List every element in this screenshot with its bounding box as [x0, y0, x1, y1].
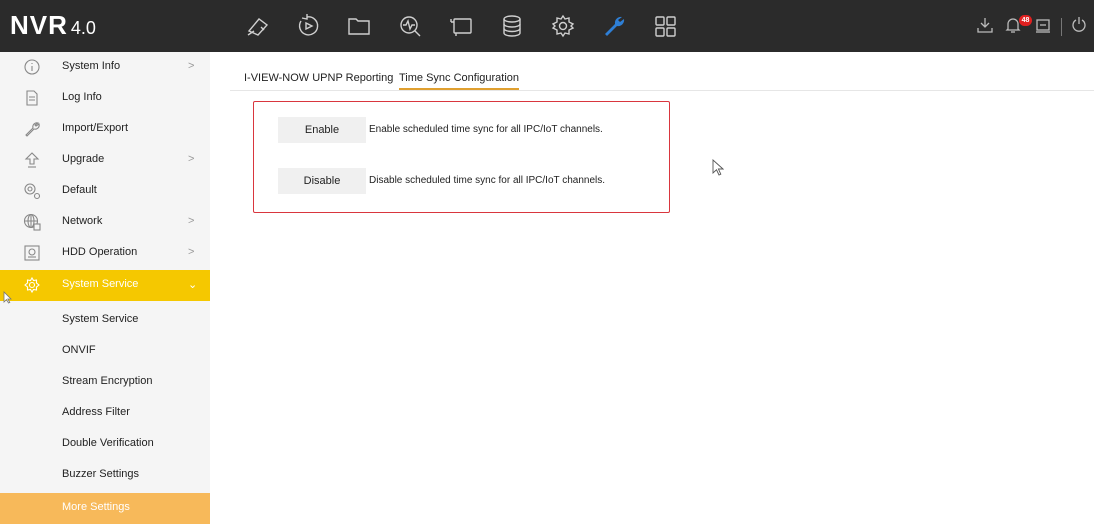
chevron-right-icon: > [188, 215, 195, 227]
submenu-item-label: System Service [62, 313, 139, 325]
alarm-count-badge: 48 [1019, 15, 1032, 26]
tab-divider [230, 90, 1094, 91]
time-sync-panel: Enable Enable scheduled time sync for al… [253, 101, 670, 213]
enable-description: Enable scheduled time sync for all IPC/I… [369, 124, 603, 135]
sidebar-item-network[interactable]: Network > [0, 207, 210, 238]
log-document-icon [23, 89, 41, 107]
info-icon [23, 58, 41, 76]
file-management-icon[interactable] [346, 13, 372, 39]
submenu-item-more-settings[interactable]: More Settings [0, 493, 210, 524]
maintenance-wrench-icon[interactable] [601, 13, 627, 39]
system-service-icon [23, 276, 41, 294]
hdd-icon [23, 244, 41, 262]
disable-button[interactable]: Disable [278, 168, 366, 194]
sidebar-item-import-export[interactable]: Import/Export [0, 114, 210, 145]
top-bar: NVR 4.0 48 [0, 0, 1094, 52]
brand-logo: NVR 4.0 [10, 10, 96, 41]
lock-screen-icon[interactable] [1034, 16, 1052, 36]
chevron-right-icon: > [188, 246, 195, 258]
sidebar-item-upgrade[interactable]: Upgrade > [0, 145, 210, 176]
submenu-item-onvif[interactable]: ONVIF [0, 336, 210, 367]
tab-iview-now-upnp-reporting[interactable]: I-VIEW-NOW UPNP Reporting [244, 72, 393, 84]
submenu-item-label: Buzzer Settings [62, 468, 140, 480]
mouse-pointer-icon [712, 158, 725, 181]
sidebar-item-label: Log Info [62, 91, 102, 103]
sidebar-item-label: Upgrade [62, 153, 105, 165]
submenu-item-label: More Settings [62, 501, 130, 513]
brand-name: NVR [10, 10, 68, 40]
download-icon[interactable] [976, 16, 994, 36]
sidebar-item-label: HDD Operation [62, 246, 138, 258]
live-view-camera-icon[interactable] [245, 13, 271, 39]
upgrade-arrow-icon [23, 151, 41, 169]
chevron-down-icon: ⌄ [188, 279, 198, 291]
sidebar-item-label: System Service [62, 278, 139, 290]
more-apps-grid-icon[interactable] [652, 13, 678, 39]
toolbar-divider [1061, 18, 1062, 36]
configuration-gear-icon[interactable] [550, 13, 576, 39]
submenu-item-label: Double Verification [62, 437, 154, 449]
sidebar: System Info > Log Info Import/Export Upg… [0, 52, 210, 524]
storage-icon[interactable] [499, 13, 525, 39]
sidebar-item-label: Network [62, 215, 103, 227]
submenu-item-label: Address Filter [62, 406, 130, 418]
wrench-icon [23, 120, 41, 138]
submenu-item-stream-encryption[interactable]: Stream Encryption [0, 367, 210, 398]
camera-management-icon[interactable] [448, 13, 474, 39]
sidebar-item-label: System Info [62, 60, 121, 72]
smart-analysis-icon[interactable] [397, 13, 423, 39]
playback-icon[interactable] [295, 13, 321, 39]
sidebar-item-hdd-operation[interactable]: HDD Operation > [0, 238, 210, 269]
sidebar-item-label: Default [62, 184, 97, 196]
disable-description: Disable scheduled time sync for all IPC/… [369, 175, 606, 186]
sidebar-item-label: Import/Export [62, 122, 129, 134]
chevron-right-icon: > [188, 153, 195, 165]
submenu-item-address-filter[interactable]: Address Filter [0, 398, 210, 429]
sidebar-item-log-info[interactable]: Log Info [0, 83, 210, 114]
power-icon[interactable] [1070, 16, 1088, 36]
submenu-item-system-service[interactable]: System Service [0, 305, 210, 336]
mouse-cursor-icon [3, 291, 12, 309]
submenu-item-label: Stream Encryption [62, 375, 153, 387]
submenu-item-buzzer-settings[interactable]: Buzzer Settings [0, 460, 210, 491]
sidebar-item-system-service[interactable]: System Service ⌄ [0, 270, 210, 301]
submenu-item-double-verification[interactable]: Double Verification [0, 429, 210, 460]
sidebar-item-default[interactable]: Default [0, 176, 210, 207]
default-gear-icon [23, 182, 41, 200]
brand-version: 4.0 [70, 18, 96, 38]
network-globe-icon [23, 213, 41, 231]
tab-time-sync-configuration[interactable]: Time Sync Configuration [399, 72, 520, 90]
sidebar-item-system-info[interactable]: System Info > [0, 52, 210, 83]
enable-button[interactable]: Enable [278, 117, 366, 143]
chevron-right-icon: > [188, 60, 195, 72]
submenu-item-label: ONVIF [62, 344, 96, 356]
